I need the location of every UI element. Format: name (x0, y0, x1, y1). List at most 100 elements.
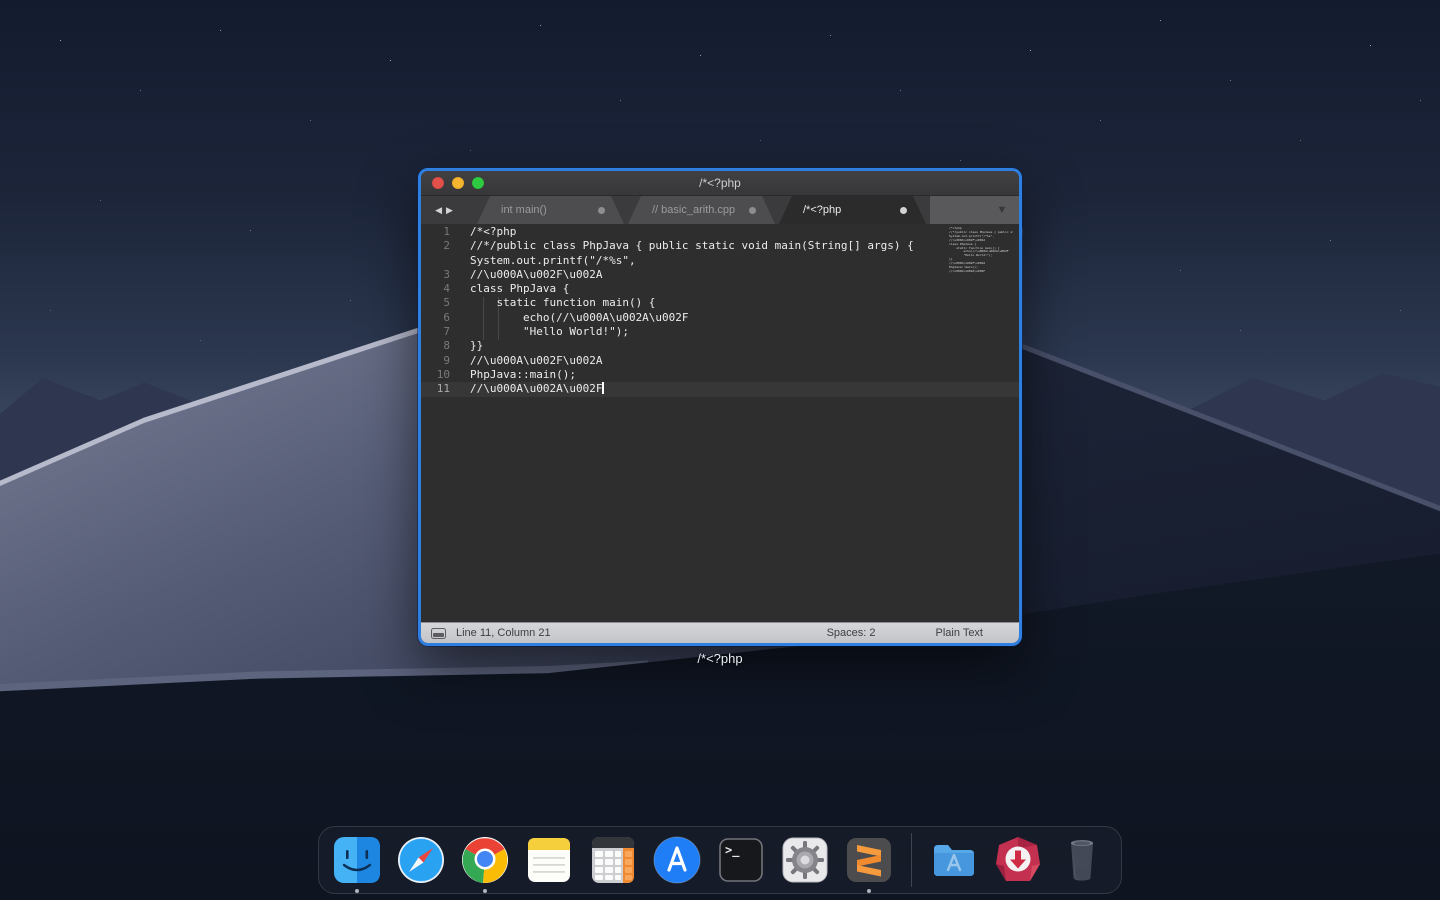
dock-divider (911, 833, 912, 887)
code-line: 11 //\u000A\u002A\u002F (421, 382, 1019, 396)
code-line: 1 /*<?php (421, 225, 1019, 239)
zoom-button[interactable] (472, 177, 484, 189)
indent-guides (483, 297, 499, 340)
code-line: 10 PhpJava::main(); (421, 368, 1019, 382)
tab-modified-dot[interactable] (598, 207, 605, 214)
dock-item-system-preferences[interactable] (779, 834, 831, 886)
code-lines: 1 /*<?php 2 //*/public class PhpJava { p… (421, 225, 1019, 397)
indent-setting[interactable]: Spaces: 2 (827, 627, 876, 639)
line-number: 9 (421, 354, 450, 368)
tab-php[interactable]: /*<?php (779, 196, 926, 224)
dock-item-notes[interactable] (523, 834, 575, 886)
dock-item-sublime-text[interactable] (843, 834, 895, 886)
dock-item-terminal[interactable]: >_ (715, 834, 767, 886)
line-text: //\u000A\u002F\u002A (450, 268, 602, 282)
close-button[interactable] (432, 177, 444, 189)
running-indicator (355, 889, 359, 893)
window-titlebar[interactable]: /*<?php (421, 171, 1019, 196)
tab-basic-arith[interactable]: // basic_arith.cpp (628, 196, 775, 224)
line-text: PhpJava::main(); (450, 368, 576, 382)
stars (0, 0, 1, 1)
sublime-text-window: /*<?php ◀ ▶ int main() // basic_arith.cp… (418, 168, 1022, 646)
window-caption: /*<?php (418, 651, 1022, 666)
tab-modified-dot[interactable] (749, 207, 756, 214)
tab-back-icon[interactable]: ◀ (435, 205, 442, 216)
line-number: 10 (421, 368, 450, 382)
line-text: //\u000A\u002F\u002A (450, 354, 602, 368)
applications-folder-icon (928, 834, 980, 886)
cursor-position: Line 11, Column 21 (456, 627, 551, 639)
minimize-button[interactable] (452, 177, 464, 189)
line-number: 11 (421, 382, 450, 396)
code-line: 9 //\u000A\u002F\u002A (421, 354, 1019, 368)
line-number: 6 (421, 311, 450, 325)
code-line: 5 static function main() { (421, 296, 1019, 310)
terminal-icon: >_ (715, 834, 767, 886)
dock-item-safari[interactable] (395, 834, 447, 886)
tabs-region: int main() // basic_arith.cpp /*<?php ▼ (477, 196, 1019, 224)
tab-int-main[interactable]: int main() (477, 196, 624, 224)
trash-icon (1056, 834, 1108, 886)
chrome-icon (459, 834, 511, 886)
line-number: 5 (421, 296, 450, 310)
line-number: 7 (421, 325, 450, 339)
dock-item-chrome[interactable] (459, 834, 511, 886)
line-number: 2 (421, 239, 450, 253)
notes-icon (523, 834, 575, 886)
safari-icon (395, 834, 447, 886)
app-store-icon (651, 834, 703, 886)
dock-item-downloads[interactable] (992, 834, 1044, 886)
line-text: static function main() { (450, 296, 655, 310)
running-indicator (867, 889, 871, 893)
dock-item-finder[interactable] (331, 834, 383, 886)
code-line: System.out.printf("/*%s", (421, 254, 1019, 268)
line-number: 1 (421, 225, 450, 239)
calculator-icon (587, 834, 639, 886)
chevron-down-icon: ▼ (997, 204, 1008, 216)
syntax-setting[interactable]: Plain Text (936, 627, 984, 639)
line-text: }} (450, 339, 483, 353)
line-number: 3 (421, 268, 450, 282)
traffic-lights (432, 171, 484, 195)
code-line: 2 //*/public class PhpJava { public stat… (421, 239, 1019, 253)
line-text: //*/public class PhpJava { public static… (450, 239, 914, 253)
line-text: class PhpJava { (450, 282, 569, 296)
line-number: 8 (421, 339, 450, 353)
finder-icon (331, 834, 383, 886)
sublime-text-icon (843, 834, 895, 886)
dock-item-app-store[interactable] (651, 834, 703, 886)
line-text: "Hello World!"); (450, 325, 629, 339)
code-line: 7 "Hello World!"); (421, 325, 1019, 339)
gear-icon (779, 834, 831, 886)
code-line: 4 class PhpJava { (421, 282, 1019, 296)
dock-item-calculator[interactable] (587, 834, 639, 886)
line-text: //\u000A\u002A\u002F (450, 382, 604, 396)
code-line: 3 //\u000A\u002F\u002A (421, 268, 1019, 282)
svg-text:>_: >_ (725, 843, 740, 858)
tab-forward-icon[interactable]: ▶ (446, 205, 453, 216)
editor-area[interactable]: 1 /*<?php 2 //*/public class PhpJava { p… (421, 224, 1019, 622)
tab-bar: ◀ ▶ int main() // basic_arith.cpp /*<?ph… (421, 196, 1019, 224)
dock-item-trash[interactable] (1056, 834, 1108, 886)
tab-overflow-button[interactable]: ▼ (985, 196, 1019, 224)
line-text: System.out.printf("/*%s", (450, 254, 636, 268)
tab-modified-dot[interactable] (900, 207, 907, 214)
tab-filler (930, 196, 985, 224)
panel-toggle-icon[interactable] (431, 628, 446, 639)
code-line: 6 echo(//\u000A\u002A\u002F (421, 311, 1019, 325)
running-indicator (483, 889, 487, 893)
tab-label: /*<?php (803, 204, 841, 216)
tab-label: // basic_arith.cpp (652, 204, 735, 216)
line-number: 4 (421, 282, 450, 296)
code-line: 8 }} (421, 339, 1019, 353)
dock: >_ (318, 826, 1122, 894)
dock-item-applications-folder[interactable] (928, 834, 980, 886)
minimap[interactable]: /*<?php //*/public class PhpJava { publi… (949, 227, 1013, 274)
window-title: /*<?php (699, 176, 741, 190)
line-text: /*<?php (450, 225, 516, 239)
tab-nav-arrows: ◀ ▶ (421, 196, 467, 224)
download-arrow-icon (992, 834, 1044, 886)
text-cursor (602, 382, 604, 394)
line-number (421, 254, 450, 268)
tab-label: int main() (501, 204, 547, 216)
